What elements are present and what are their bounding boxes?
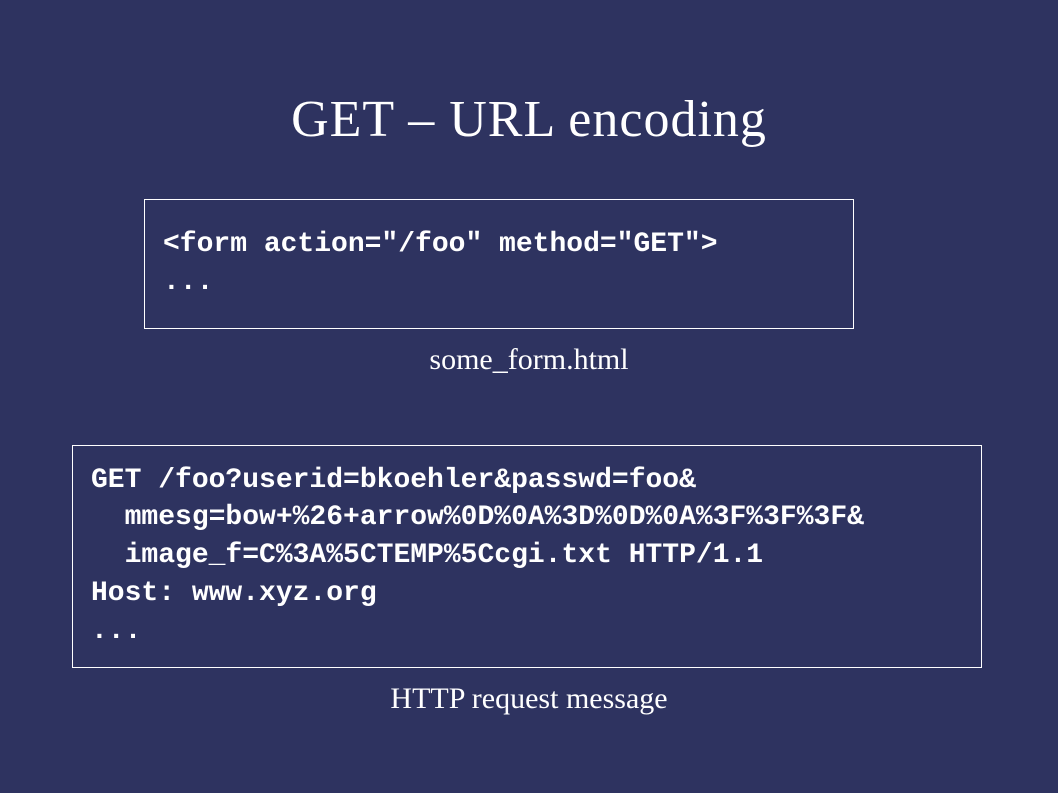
slide-title: GET – URL encoding	[0, 90, 1058, 149]
code-block-form: <form action="/foo" method="GET"> ...	[144, 199, 854, 329]
code-block-http: GET /foo?userid=bkoehler&passwd=foo& mme…	[72, 445, 982, 668]
slide-container: GET – URL encoding <form action="/foo" m…	[0, 0, 1058, 793]
caption-form: some_form.html	[0, 343, 1058, 377]
caption-http: HTTP request message	[0, 682, 1058, 716]
